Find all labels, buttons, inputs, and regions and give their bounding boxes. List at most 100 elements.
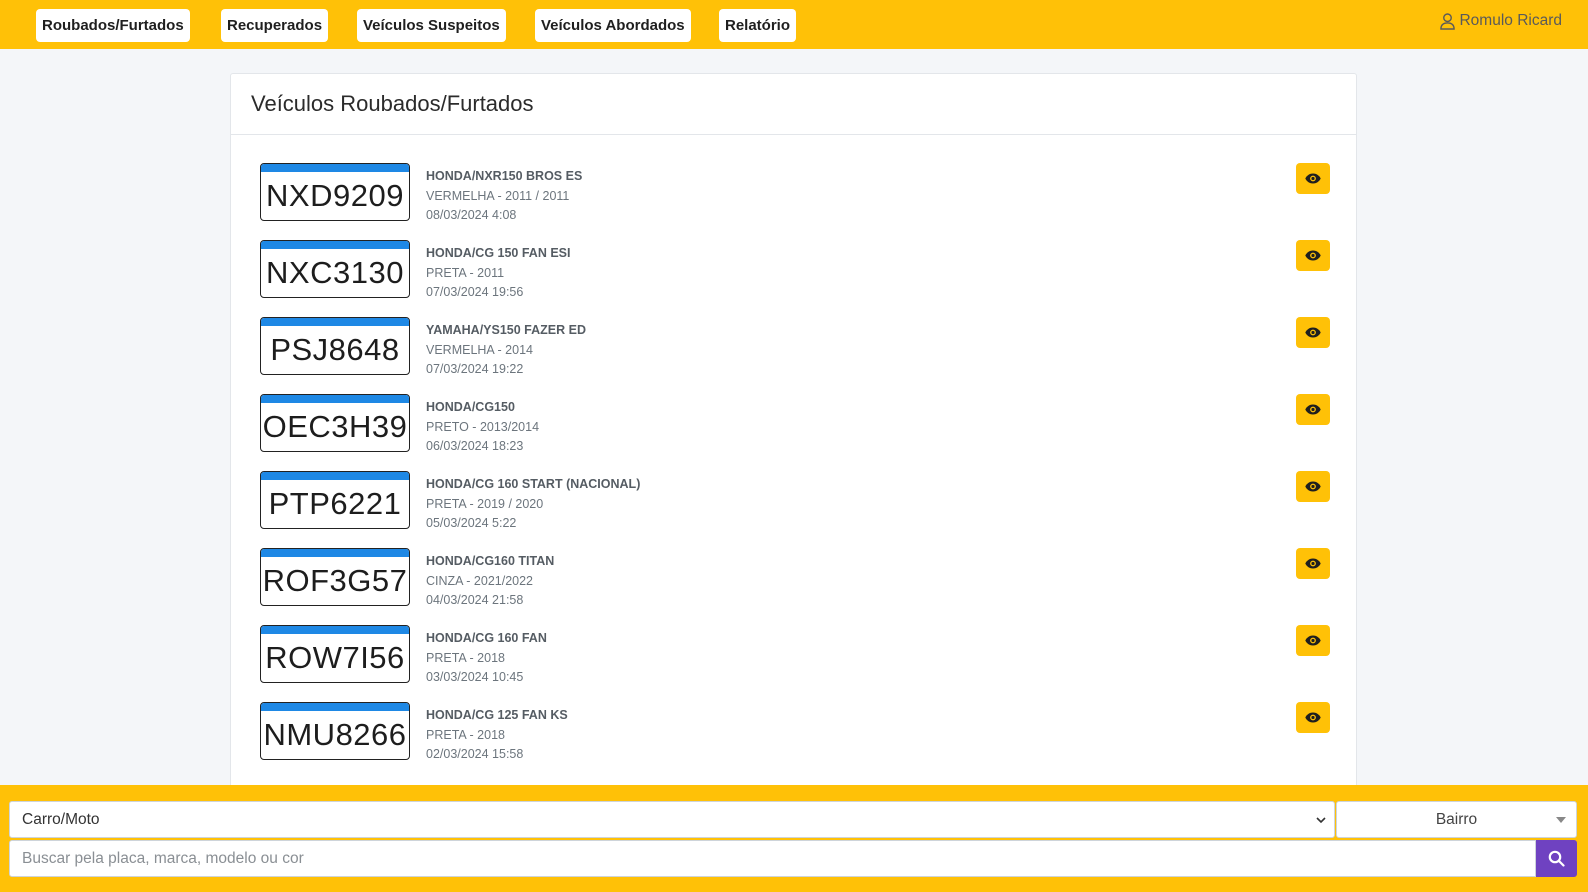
- view-button[interactable]: [1296, 471, 1330, 502]
- vehicle-details: VERMELHA - 2011 / 2011: [426, 188, 570, 203]
- eye-icon: [1305, 327, 1321, 338]
- eye-icon: [1305, 173, 1321, 184]
- vehicle-row: NXC3130 HONDA/CG 150 FAN ESI PRETA - 2011 0…: [231, 240, 1356, 300]
- vehicle-details: PRETO - 2013/2014: [426, 419, 540, 434]
- user-icon: [1440, 12, 1456, 30]
- vehicle-details: PRETA - 2018: [426, 650, 505, 665]
- vehicle-row: NMU8266 HONDA/CG 125 FAN KS PRETA - 2018 02…: [231, 702, 1356, 762]
- vehicle-row: ROF3G57 HONDA/CG160 TITAN CINZA - 2021/202…: [231, 548, 1356, 608]
- vehicle-model: HONDA/CG 125 FAN KS: [426, 708, 568, 722]
- nav-relatorio[interactable]: Relatório: [719, 9, 797, 42]
- user-name: Romulo Ricard: [1459, 12, 1562, 29]
- search-input[interactable]: [9, 840, 1536, 877]
- vehicle-details: CINZA - 2021/2022: [426, 573, 534, 588]
- license-plate: NXD9209: [260, 163, 410, 221]
- view-button[interactable]: [1296, 702, 1330, 733]
- top-navbar: Roubados/Furtados Recuperados Veículos S…: [0, 0, 1588, 49]
- vehicle-type-value: Carro/Moto: [22, 811, 100, 828]
- card-header: Veículos Roubados/Furtados: [231, 74, 1356, 135]
- eye-icon: [1305, 712, 1321, 723]
- vehicle-info: HONDA/CG 125 FAN KS PRETA - 2018 02/03/202…: [426, 706, 568, 765]
- plate-strip: [261, 395, 409, 403]
- vehicle-info: HONDA/CG 160 FAN PRETA - 2018 03/03/2024 1…: [426, 629, 547, 688]
- vehicle-info: HONDA/CG150 PRETO - 2013/2014 06/03/2024 1…: [426, 398, 539, 457]
- license-plate: OEC3H39: [260, 394, 410, 452]
- vehicle-info: HONDA/NXR150 BROS ES VERMELHA - 2011 / 20…: [426, 167, 582, 226]
- eye-icon: [1305, 404, 1321, 415]
- vehicle-datetime: 08/03/2024 4:08: [426, 208, 517, 222]
- bairro-value: Bairro: [1435, 811, 1478, 828]
- eye-icon: [1305, 558, 1321, 569]
- vehicle-datetime: 07/03/2024 19:56: [426, 285, 524, 299]
- vehicle-datetime: 04/03/2024 21:58: [426, 593, 524, 607]
- plate-number: PTP6221: [268, 486, 402, 521]
- plate-number: ROW7I56: [265, 640, 405, 675]
- vehicle-model: HONDA/CG 160 FAN: [426, 631, 547, 645]
- vehicle-model: HONDA/NXR150 BROS ES: [426, 169, 583, 183]
- vehicle-info: HONDA/CG160 TITAN CINZA - 2021/2022 04/03/…: [426, 552, 554, 611]
- nav-veiculos-abordados[interactable]: Veículos Abordados: [535, 9, 691, 42]
- chevron-down-icon: [1316, 817, 1326, 824]
- license-plate: ROF3G57: [260, 548, 410, 606]
- plate-number: NXC3130: [266, 255, 404, 290]
- view-button[interactable]: [1296, 240, 1330, 271]
- vehicle-datetime: 06/03/2024 18:23: [426, 439, 524, 453]
- vehicle-model: HONDA/CG160 TITAN: [426, 554, 555, 568]
- plate-strip: [261, 164, 409, 172]
- plate-strip: [261, 472, 409, 480]
- filter-footer: Carro/Moto Bairro: [0, 785, 1588, 892]
- vehicle-model: YAMAHA/YS150 FAZER ED: [426, 323, 586, 337]
- vehicle-row: NXD9209 HONDA/NXR150 BROS ES VERMELHA - 20…: [231, 163, 1356, 223]
- view-button[interactable]: [1296, 625, 1330, 656]
- vehicle-model: HONDA/CG 160 START (NACIONAL): [426, 477, 641, 491]
- view-button[interactable]: [1296, 317, 1330, 348]
- vehicle-details: VERMELHA - 2014: [426, 342, 533, 357]
- nav-veiculos-suspeitos[interactable]: Veículos Suspeitos: [357, 9, 506, 42]
- license-plate: PSJ8648: [260, 317, 410, 375]
- vehicle-datetime: 05/03/2024 5:22: [426, 516, 517, 530]
- plate-number: NMU8266: [263, 717, 407, 752]
- license-plate: NMU8266: [260, 702, 410, 760]
- view-button[interactable]: [1296, 548, 1330, 579]
- license-plate: NXC3130: [260, 240, 410, 298]
- user-menu[interactable]: Romulo Ricard: [1440, 12, 1562, 30]
- vehicle-row: OEC3H39 HONDA/CG150 PRETO - 2013/2014 06/03…: [231, 394, 1356, 454]
- vehicle-info: YAMAHA/YS150 FAZER ED VERMELHA - 2014 07/0…: [426, 321, 586, 380]
- vehicle-datetime: 07/03/2024 19:22: [426, 362, 524, 376]
- vehicle-info: HONDA/CG 150 FAN ESI PRETA - 2011 07/03/20…: [426, 244, 570, 303]
- vehicle-details: PRETA - 2019 / 2020: [426, 496, 544, 511]
- plate-strip: [261, 703, 409, 711]
- nav-roubados-furtados[interactable]: Roubados/Furtados: [36, 9, 190, 42]
- plate-number: NXD9209: [266, 178, 404, 213]
- search-button[interactable]: [1536, 840, 1577, 877]
- view-button[interactable]: [1296, 163, 1330, 194]
- search-icon: [1548, 850, 1565, 867]
- bairro-select[interactable]: Bairro: [1336, 801, 1577, 838]
- vehicle-datetime: 02/03/2024 15:58: [426, 747, 524, 761]
- vehicle-model: HONDA/CG150: [426, 400, 515, 414]
- vehicle-row: ROW7I56 HONDA/CG 160 FAN PRETA - 2018 03/03…: [231, 625, 1356, 685]
- caret-down-icon: [1556, 817, 1566, 823]
- vehicle-datetime: 03/03/2024 10:45: [426, 670, 524, 684]
- vehicle-row: PTP6221 HONDA/CG 160 START (NACIONAL) PRET…: [231, 471, 1356, 531]
- vehicle-details: PRETA - 2018: [426, 727, 505, 742]
- plate-number: PSJ8648: [270, 332, 400, 367]
- license-plate: ROW7I56: [260, 625, 410, 683]
- plate-strip: [261, 626, 409, 634]
- view-button[interactable]: [1296, 394, 1330, 425]
- nav-recuperados[interactable]: Recuperados: [221, 9, 329, 42]
- plate-number: ROF3G57: [262, 563, 408, 598]
- vehicle-info: HONDA/CG 160 START (NACIONAL) PRETA - 201…: [426, 475, 640, 534]
- vehicle-type-select[interactable]: Carro/Moto: [9, 801, 1335, 838]
- vehicles-card: Veículos Roubados/Furtados NXD9209 HONDA/…: [230, 73, 1357, 813]
- license-plate: PTP6221: [260, 471, 410, 529]
- plate-number: OEC3H39: [262, 409, 408, 444]
- plate-strip: [261, 241, 409, 249]
- eye-icon: [1305, 250, 1321, 261]
- vehicle-model: HONDA/CG 150 FAN ESI: [426, 246, 571, 260]
- plate-strip: [261, 549, 409, 557]
- vehicle-row: PSJ8648 YAMAHA/YS150 FAZER ED VERMELHA - 2…: [231, 317, 1356, 377]
- eye-icon: [1305, 481, 1321, 492]
- eye-icon: [1305, 635, 1321, 646]
- vehicle-details: PRETA - 2011: [426, 265, 505, 280]
